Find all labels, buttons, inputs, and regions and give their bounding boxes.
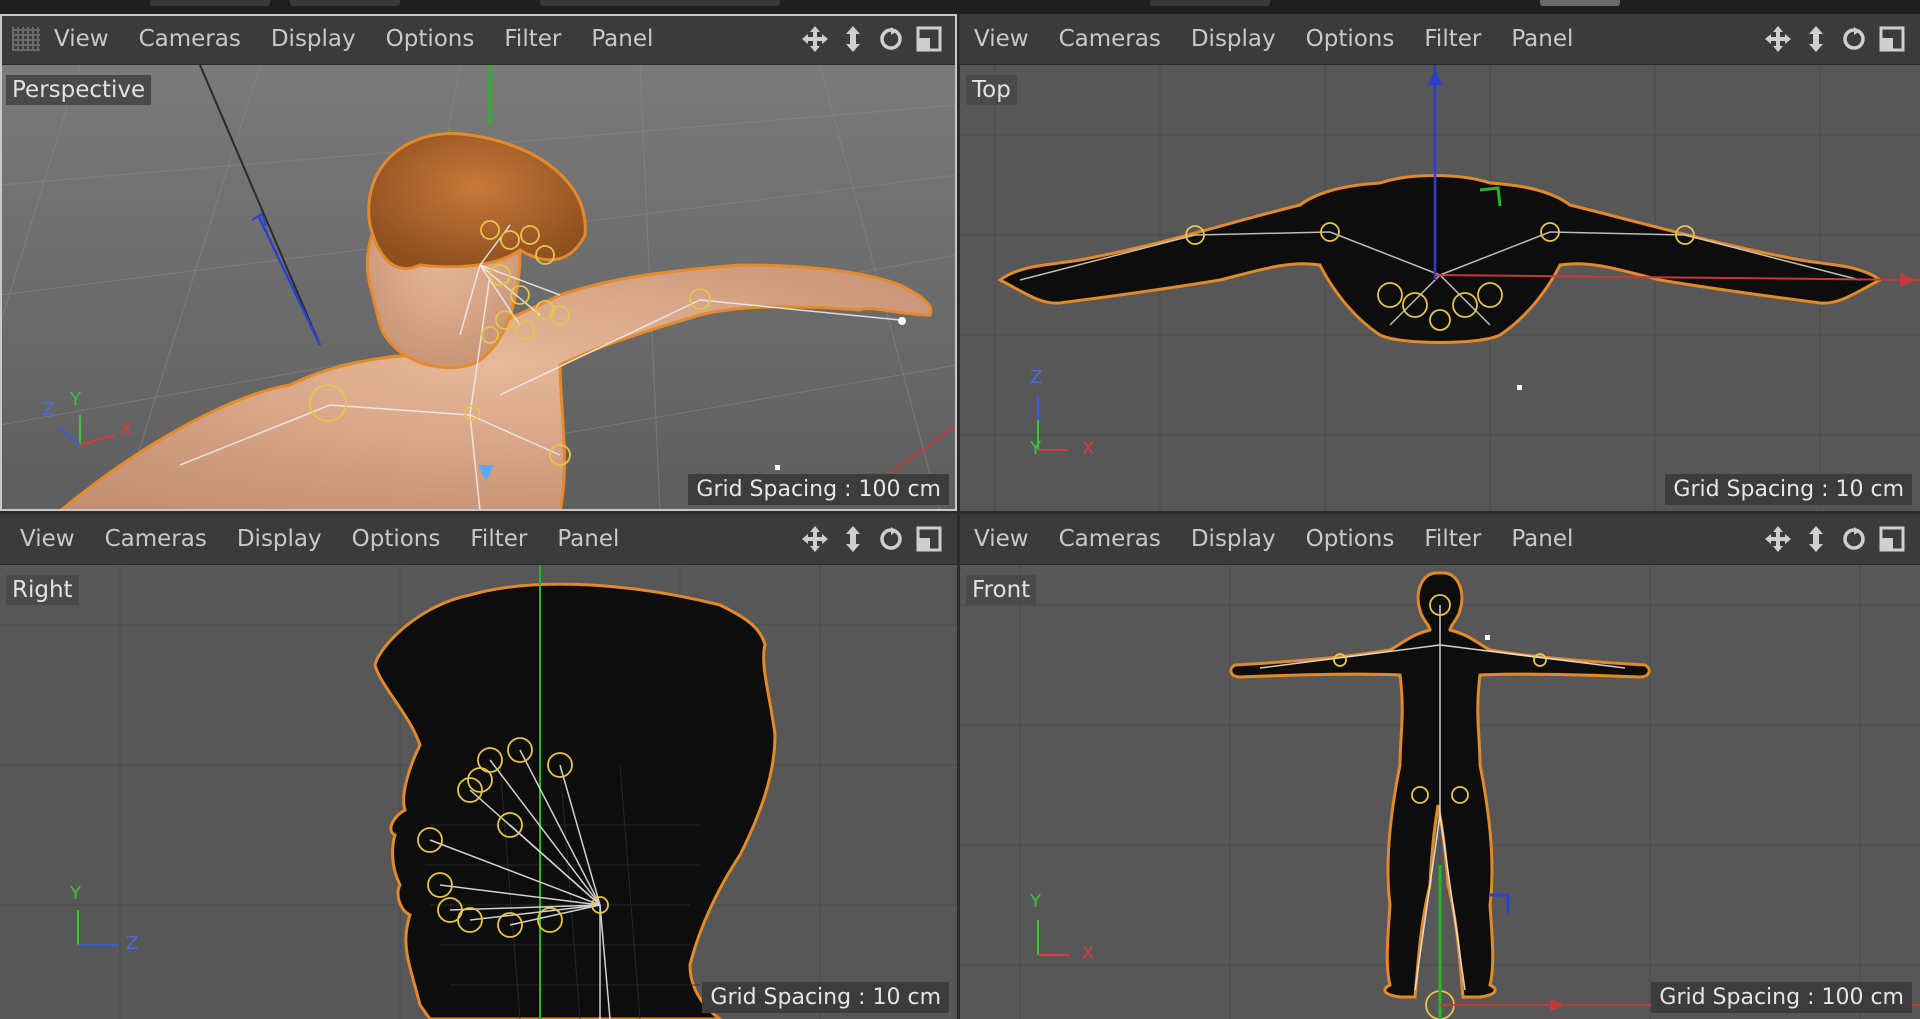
viewport-menubar: View Cameras Display Options Filter Pane… [960,514,1920,565]
menu-options[interactable]: Options [1306,26,1395,52]
menu-filter[interactable]: Filter [504,26,561,52]
top-toolbar-strip [0,0,1920,14]
maximize-icon[interactable] [915,525,943,553]
menu-display[interactable]: Display [1191,526,1276,552]
viewport-menubar: View Cameras Display Options Filter Pane… [0,14,957,65]
viewport-label: Front [966,575,1037,605]
menu-cameras[interactable]: Cameras [105,526,207,552]
axis-label-z: Z [1030,367,1043,388]
menu-display[interactable]: Display [237,526,322,552]
vertical-move-icon[interactable] [1802,525,1830,553]
axis-label-z: Z [126,933,139,954]
axis-label-x: X [1082,438,1095,459]
grid-spacing-readout: Grid Spacing : 10 cm [1665,474,1912,505]
menu-panel[interactable]: Panel [591,26,653,52]
menu-filter[interactable]: Filter [1424,526,1481,552]
menu-panel[interactable]: Panel [1511,26,1573,52]
viewport-canvas[interactable]: Y X Front Grid Spacing : 100 cm [960,565,1920,1019]
viewport-top[interactable]: View Cameras Display Options Filter Pane… [960,14,1920,511]
rotate-icon[interactable] [1840,25,1868,53]
rotate-icon[interactable] [877,25,905,53]
viewport-canvas[interactable]: Z Y X Top Grid Spacing : 10 cm [960,65,1920,511]
viewport-grid: View Cameras Display Options Filter Pane… [0,14,1920,1019]
axis-label-y: Y [70,389,81,410]
move-icon[interactable] [1764,525,1792,553]
panel-grip-icon[interactable] [12,27,40,51]
move-icon[interactable] [801,525,829,553]
menu-cameras[interactable]: Cameras [139,26,241,52]
viewport-label: Top [966,75,1017,105]
top-scene [960,65,1920,511]
menu-filter[interactable]: Filter [470,526,527,552]
menu-display[interactable]: Display [1191,26,1276,52]
rotate-icon[interactable] [1840,525,1868,553]
maximize-icon[interactable] [915,25,943,53]
menu-options[interactable]: Options [386,26,475,52]
vertical-move-icon[interactable] [839,25,867,53]
menu-options[interactable]: Options [1306,526,1395,552]
front-scene [960,565,1920,1019]
axis-label-x: X [120,419,133,440]
grid-spacing-readout: Grid Spacing : 10 cm [702,982,949,1013]
menu-view[interactable]: View [20,526,75,552]
menu-cameras[interactable]: Cameras [1059,526,1161,552]
perspective-scene [0,65,957,511]
axis-label-z: Z [42,399,55,420]
viewport-label: Right [6,575,79,605]
menu-view[interactable]: View [974,526,1029,552]
menu-view[interactable]: View [974,26,1029,52]
move-icon[interactable] [801,25,829,53]
viewport-right[interactable]: View Cameras Display Options Filter Pane… [0,514,957,1019]
rotate-icon[interactable] [877,525,905,553]
menu-view[interactable]: View [54,26,109,52]
menu-options[interactable]: Options [352,526,441,552]
viewport-canvas[interactable]: Y Z Right Grid Spacing : 10 cm [0,565,957,1019]
viewport-front[interactable]: View Cameras Display Options Filter Pane… [960,514,1920,1019]
maximize-icon[interactable] [1878,525,1906,553]
viewport-perspective[interactable]: View Cameras Display Options Filter Pane… [0,14,957,511]
viewport-menubar: View Cameras Display Options Filter Pane… [0,514,957,565]
viewport-canvas[interactable]: Z Y X Perspective Grid Spacing : 100 cm [0,65,957,511]
viewport-menubar: View Cameras Display Options Filter Pane… [960,14,1920,65]
axis-label-y: Y [70,883,81,904]
grid-spacing-readout: Grid Spacing : 100 cm [1651,982,1912,1013]
menu-panel[interactable]: Panel [557,526,619,552]
menu-display[interactable]: Display [271,26,356,52]
vertical-move-icon[interactable] [1802,25,1830,53]
right-scene [0,565,957,1019]
axis-label-y: Y [1030,438,1041,459]
menu-filter[interactable]: Filter [1424,26,1481,52]
maximize-icon[interactable] [1878,25,1906,53]
viewport-label: Perspective [6,75,152,105]
axis-label-y: Y [1030,891,1041,912]
menu-cameras[interactable]: Cameras [1059,26,1161,52]
grid-spacing-readout: Grid Spacing : 100 cm [688,474,949,505]
axis-label-x: X [1082,943,1095,964]
move-icon[interactable] [1764,25,1792,53]
vertical-move-icon[interactable] [839,525,867,553]
menu-panel[interactable]: Panel [1511,526,1573,552]
